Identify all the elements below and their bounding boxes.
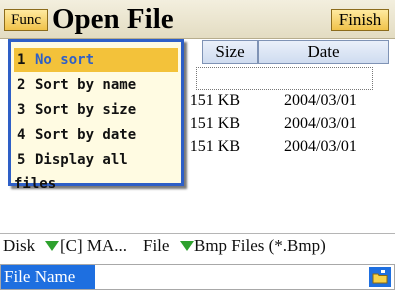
menu-item-label: Sort by name bbox=[35, 77, 137, 93]
disk-filter-bar: Disk [C] MA... File Bmp Files (*.Bmp) bbox=[0, 233, 395, 257]
folder-button[interactable] bbox=[369, 267, 391, 287]
file-type-label: File bbox=[143, 236, 170, 255]
menu-item-number: 3 bbox=[17, 102, 26, 118]
func-button[interactable]: Func bbox=[4, 9, 48, 31]
menu-item-label: Sort by date bbox=[35, 127, 137, 143]
file-date: 2004/03/01 bbox=[284, 115, 357, 132]
menu-item-sort-by-date[interactable]: 4 Sort by date bbox=[14, 123, 178, 147]
file-type-select[interactable]: Bmp Files (*.Bmp) bbox=[194, 234, 326, 257]
page-title: Open File bbox=[52, 3, 174, 35]
menu-item-label: Sort by size bbox=[35, 102, 137, 118]
file-name-label: File Name bbox=[1, 265, 95, 289]
file-name-bar: File Name bbox=[0, 264, 395, 290]
file-name-input[interactable] bbox=[97, 266, 363, 288]
file-date: 2004/03/01 bbox=[284, 92, 357, 109]
file-size: 151 KB bbox=[189, 92, 240, 109]
finish-button[interactable]: Finish bbox=[331, 9, 389, 31]
menu-item-sort-by-name[interactable]: 2 Sort by name bbox=[14, 73, 178, 97]
menu-item-number: 5 bbox=[17, 152, 26, 168]
disk-label: Disk bbox=[3, 236, 36, 255]
title-bar: Func Open File Finish bbox=[0, 0, 395, 39]
dropdown-triangle-icon[interactable] bbox=[180, 241, 194, 251]
func-menu: 1 No sort 2 Sort by name 3 Sort by size 4 So… bbox=[8, 39, 184, 192]
menu-item-sort-by-size[interactable]: 3 Sort by size bbox=[14, 98, 178, 122]
file-date: 2004/03/01 bbox=[284, 138, 357, 155]
file-size: 151 KB bbox=[189, 115, 240, 132]
focused-row-outline[interactable] bbox=[196, 67, 373, 90]
menu-item-number: 4 bbox=[17, 127, 26, 143]
dropdown-triangle-icon[interactable] bbox=[45, 241, 59, 251]
file-size: 151 KB bbox=[189, 138, 240, 155]
menu-item-label: No sort bbox=[35, 52, 95, 68]
folder-icon bbox=[372, 270, 388, 284]
menu-item-number: 2 bbox=[17, 77, 26, 93]
column-header-size[interactable]: Size bbox=[202, 40, 258, 64]
disk-select[interactable]: [C] MA... bbox=[60, 234, 127, 257]
menu-item-no-sort[interactable]: 1 No sort bbox=[14, 48, 178, 72]
menu-item-number: 1 bbox=[17, 52, 26, 68]
column-header-date[interactable]: Date bbox=[258, 40, 389, 64]
menu-item-display-all-files[interactable]: 5 Display all files bbox=[14, 148, 178, 192]
